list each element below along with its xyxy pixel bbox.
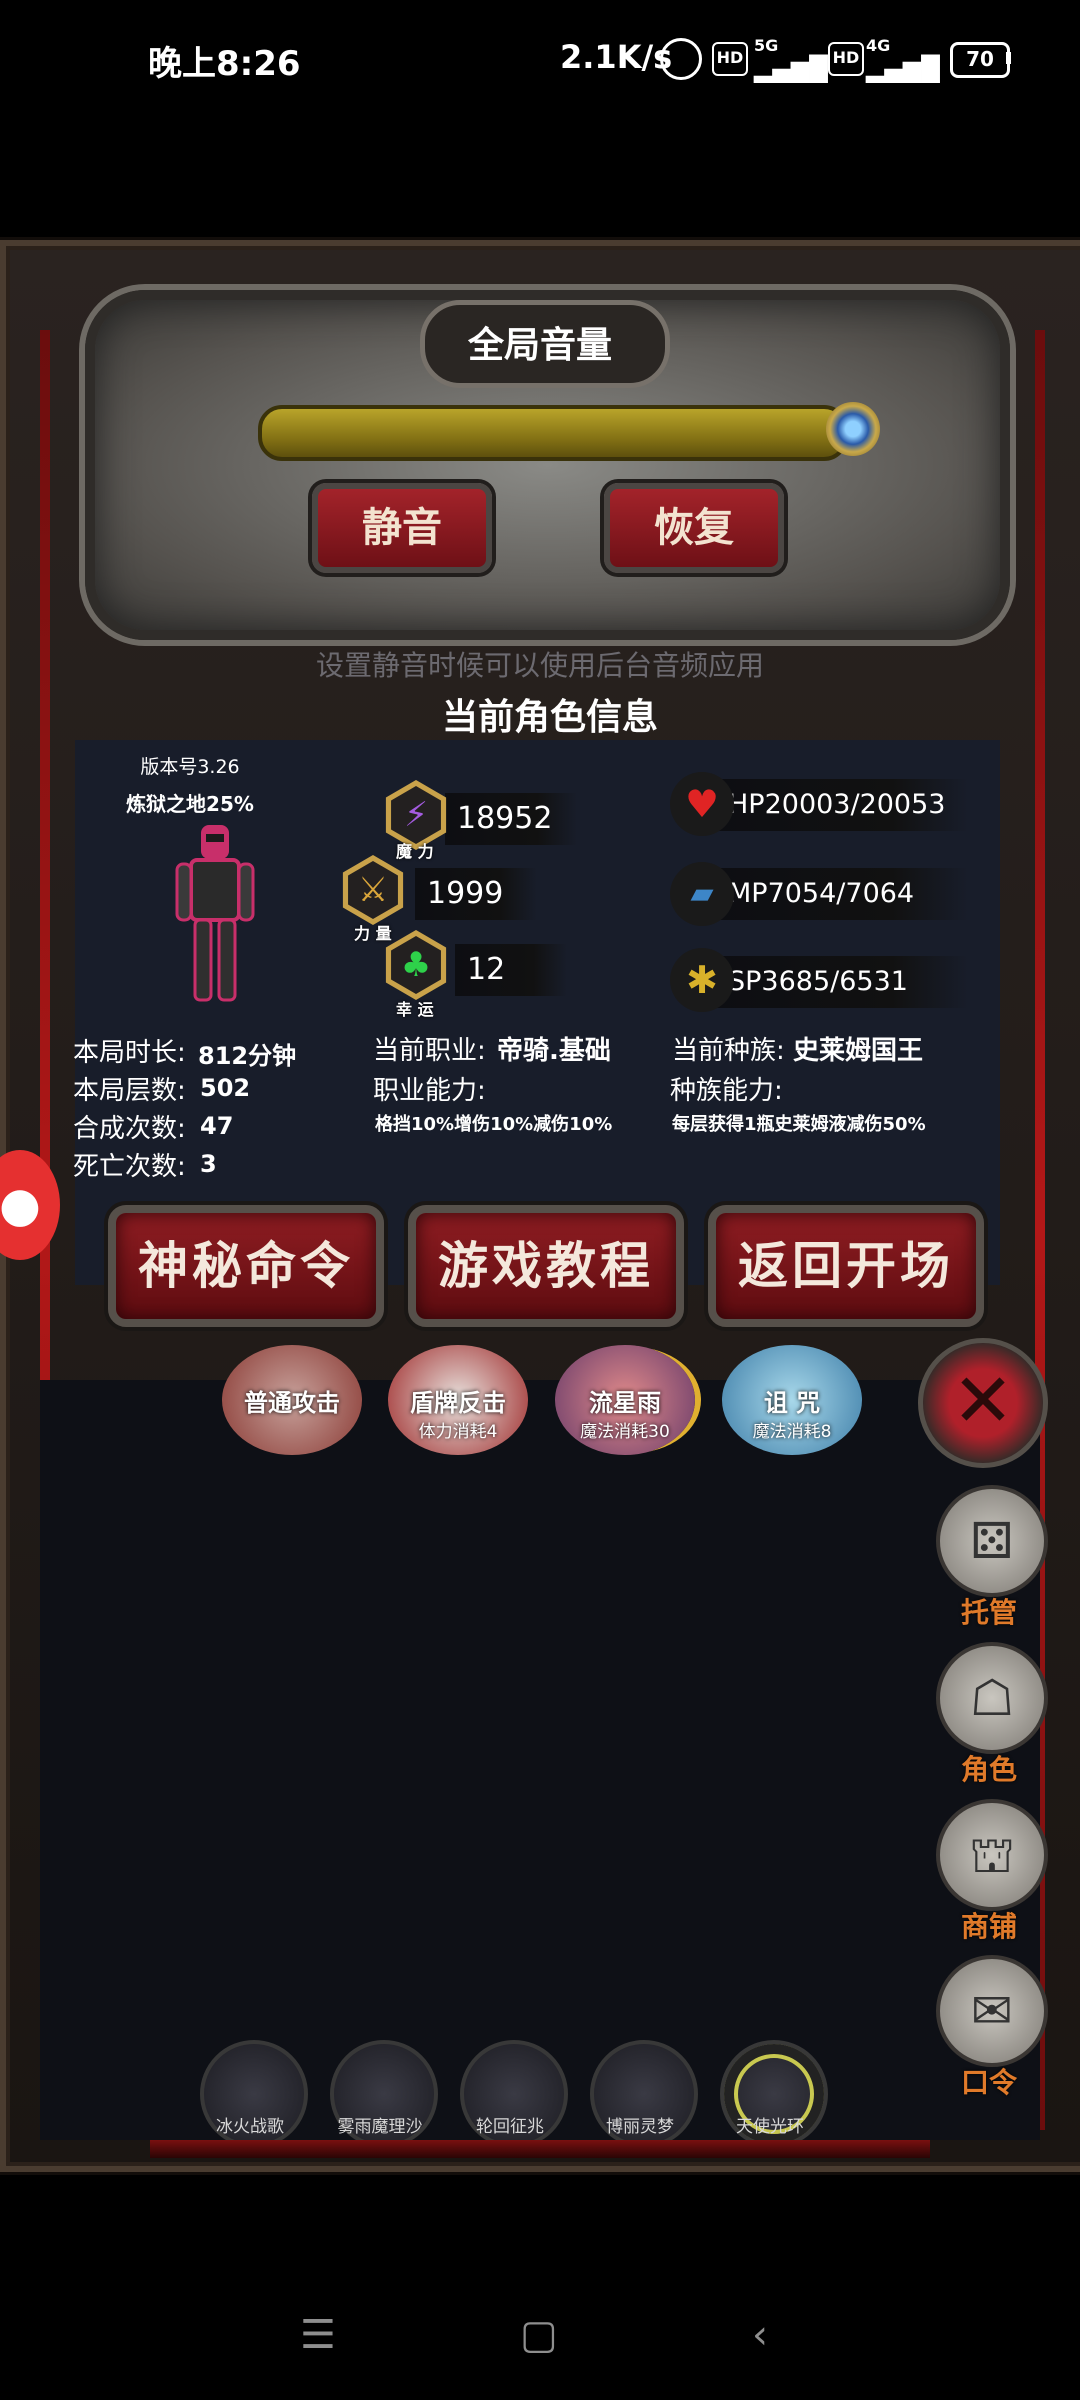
mp-value: MP7054/7064 [716, 868, 968, 920]
menu-icon[interactable]: ☰ [300, 2312, 336, 2358]
character-sprite [175, 825, 255, 1002]
mana-car-icon: ▰ [670, 862, 734, 926]
skill-shield-counter[interactable]: 盾牌反击 体力消耗4 [388, 1345, 528, 1455]
character-button[interactable]: ☖ 角色 [936, 1642, 1048, 1788]
race-ability-label: 种族能力: [670, 1076, 783, 1106]
code-button[interactable]: ✉ 口令 [936, 1955, 1048, 2101]
stat-value-merges: 47 [200, 1112, 234, 1140]
mute-button[interactable]: 静音 [312, 483, 492, 573]
sp-value: SP3685/6531 [716, 956, 968, 1008]
status-time: 晚上8:26 [148, 44, 301, 84]
version-label: 版本号3.26 [140, 756, 240, 778]
stat-value-floors: 502 [200, 1074, 251, 1102]
back-icon[interactable]: ‹ [752, 2312, 768, 2358]
signal-bars-icon: ▂▄▆█ [754, 55, 828, 83]
job-ability: 格挡10%增伤10%减伤10% [375, 1114, 613, 1135]
monster-name: 轮回征兆 [476, 2117, 544, 2137]
job-label: 当前职业: [373, 1036, 486, 1066]
network-speed: 2.1K/s [560, 38, 673, 76]
strength-value: 1999 [415, 868, 537, 920]
trident-icon: ⚔ [348, 861, 398, 919]
shop-icon: ⛫ [936, 1799, 1048, 1911]
job-ability-label: 职业能力: [373, 1076, 486, 1106]
combat-area [40, 1380, 1040, 2140]
stat-label-deaths: 死亡次数: [73, 1152, 186, 1182]
skill-cost: 魔法消耗8 [752, 1422, 832, 1442]
stat-label-duration: 本局时长: [73, 1038, 186, 1068]
signal-4g-icon: 4G ▂▄▆█ [866, 36, 940, 83]
network-type-label-2: 4G [866, 36, 891, 55]
strength-label: 力 量 [354, 924, 392, 943]
volume-hint: 设置静音时候可以使用后台音频应用 [315, 649, 764, 682]
tutorial-button[interactable]: 游戏教程 [408, 1205, 684, 1327]
volume-title: 全局音量 [467, 325, 612, 366]
volume-slider-knob[interactable] [826, 402, 880, 456]
race-value: 史莱姆国王 [793, 1036, 924, 1066]
job-value: 帝骑.基础 [497, 1036, 611, 1066]
auto-play-label: 托管 [960, 1596, 1017, 1629]
volume-slider[interactable] [258, 405, 848, 461]
hd-icon-2: HD [828, 42, 864, 76]
difficulty-label: 炼狱之地25% [126, 792, 254, 816]
home-icon[interactable]: ▢ [520, 2312, 558, 2358]
skill-cost: 体力消耗4 [418, 1422, 498, 1442]
magic-label: 魔 力 [396, 842, 434, 861]
skill-name: 盾牌反击 [410, 1389, 506, 1417]
close-icon[interactable]: ✕ [918, 1338, 1048, 1468]
restore-button[interactable]: 恢复 [604, 483, 784, 573]
monster-name: 天使光环 [736, 2117, 804, 2137]
battery-icon: 70 [950, 42, 1010, 78]
race-ability: 每层获得1瓶史莱姆液减伤50% [672, 1114, 926, 1135]
scroll-icon: ✉ [936, 1955, 1048, 2067]
signal-5g-icon: 5G ▂▄▆█ [754, 36, 828, 83]
skill-normal-attack[interactable]: 普通攻击 [222, 1345, 362, 1455]
hd-icon: HD [712, 42, 748, 76]
auto-play-button[interactable]: ⚄ 托管 [936, 1485, 1048, 1631]
return-start-button[interactable]: 返回开场 [708, 1205, 984, 1327]
shop-button[interactable]: ⛫ 商铺 [936, 1799, 1048, 1945]
heart-icon: ♥ [670, 772, 734, 836]
stat-value-deaths: 3 [200, 1150, 217, 1178]
clover-icon: ♣ [391, 936, 441, 994]
skill-cost: 魔法消耗30 [580, 1422, 670, 1442]
skill-curse[interactable]: 诅 咒 魔法消耗8 [722, 1345, 862, 1455]
magic-value: 18952 [445, 793, 577, 845]
shop-label: 商铺 [960, 1910, 1017, 1943]
luck-label: 幸 运 [396, 1000, 434, 1019]
skill-name: 普通攻击 [244, 1389, 340, 1417]
hooded-figure-icon: ☖ [936, 1642, 1048, 1754]
hp-value: HP20003/20053 [716, 779, 968, 831]
monster-name: 冰火战歌 [216, 2117, 284, 2137]
code-label: 口令 [960, 2066, 1017, 2099]
alarm-icon [660, 38, 702, 80]
network-type-label: 5G [754, 36, 779, 55]
monster-name: 雾雨魔理沙 [337, 2117, 423, 2137]
secret-command-button[interactable]: 神秘命令 [108, 1205, 384, 1327]
bottom-bar [150, 2140, 930, 2158]
stamina-icon: ✱ [670, 948, 734, 1012]
skill-name: 流星雨 [589, 1389, 661, 1417]
skill-name: 诅 咒 [763, 1389, 821, 1417]
lightning-icon: ⚡ [391, 786, 441, 844]
monster-name: 博丽灵梦 [606, 2117, 674, 2137]
luck-value: 12 [455, 944, 567, 996]
stat-value-duration: 812分钟 [198, 1042, 297, 1070]
battery-tip [1006, 52, 1011, 64]
character-label: 角色 [960, 1753, 1017, 1786]
stat-label-floors: 本局层数: [73, 1076, 186, 1106]
stat-label-merges: 合成次数: [73, 1114, 186, 1144]
race-label: 当前种族: [672, 1036, 785, 1066]
signal-bars-icon-2: ▂▄▆█ [866, 55, 940, 83]
dice-icon: ⚄ [936, 1485, 1048, 1597]
character-info-title: 当前角色信息 [441, 697, 658, 738]
skill-meteor-shower[interactable]: 流星雨 魔法消耗30 [555, 1345, 695, 1455]
